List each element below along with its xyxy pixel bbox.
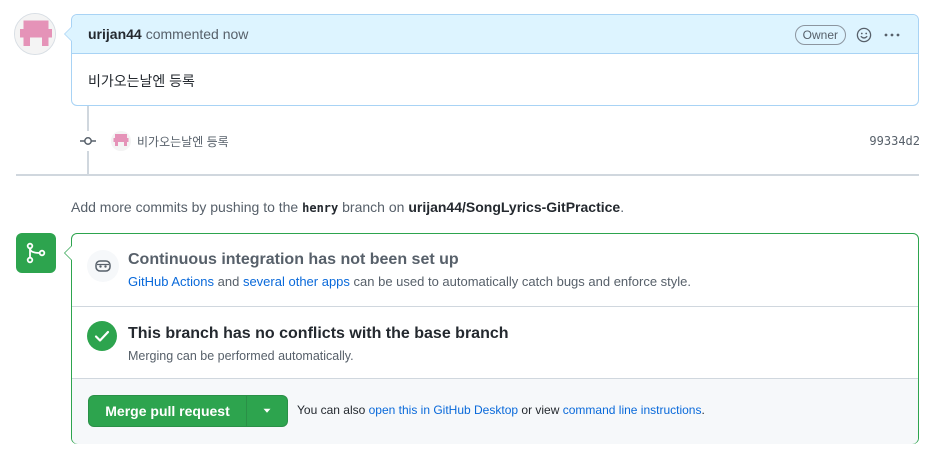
actions-middle: or view (521, 403, 560, 417)
push-hint-suffix: . (620, 199, 625, 215)
other-apps-link[interactable]: several other apps (243, 274, 350, 289)
actions-suffix: . (701, 403, 705, 417)
timeline-divider (16, 174, 919, 176)
git-branch-icon (16, 233, 56, 273)
merge-button-group: Merge pull request (88, 395, 288, 427)
merge-actions: Merge pull request You can also open thi… (72, 379, 918, 444)
owner-badge: Owner (794, 24, 846, 45)
ci-text-1: and (217, 274, 240, 289)
actions-prefix: You can also (297, 403, 366, 417)
ci-robot-icon (87, 250, 119, 282)
ci-subtitle: GitHub Actions and several other apps ca… (128, 274, 691, 289)
commit-sha[interactable]: 99334d2 (869, 134, 920, 148)
branch-name: henry (302, 201, 339, 215)
smiley-icon[interactable] (854, 25, 874, 45)
triangle-down-icon (263, 408, 271, 413)
ci-text-2: can be used to automatically catch bugs … (353, 274, 692, 289)
author-avatar[interactable] (14, 13, 56, 55)
git-commit-icon (78, 131, 98, 151)
commit-author-avatar[interactable] (111, 131, 131, 151)
ci-section: Continuous integration has not been set … (72, 234, 918, 307)
commit-row: 비가오는날엔 등록 99334d2 (78, 130, 920, 152)
commit-message[interactable]: 비가오는날엔 등록 (137, 133, 229, 150)
ci-title: Continuous integration has not been set … (128, 251, 459, 268)
push-hint: Add more commits by pushing to the henry… (71, 199, 624, 215)
comment-timestamp[interactable]: commented now (146, 26, 249, 42)
check-circle-icon (86, 320, 118, 352)
conflict-title: This branch has no conflicts with the ba… (128, 325, 509, 342)
conflict-subtitle: Merging can be performed automatically. (128, 349, 354, 363)
repo-name: urijan44/SongLyrics-GitPractice (408, 199, 621, 215)
comment-header: urijan44 commented now Owner (72, 15, 918, 54)
github-desktop-link[interactable]: open this in GitHub Desktop (369, 403, 518, 417)
comment-box: urijan44 commented now Owner 비가오는날엔 등록 (64, 14, 919, 106)
conflict-section: This branch has no conflicts with the ba… (72, 307, 918, 379)
github-actions-link[interactable]: GitHub Actions (128, 274, 214, 289)
command-line-link[interactable]: command line instructions (563, 403, 702, 417)
merge-alternatives: You can also open this in GitHub Desktop… (297, 403, 705, 417)
comment-author[interactable]: urijan44 (88, 26, 142, 42)
merge-options-button[interactable] (246, 396, 287, 426)
comment-body: 비가오는날엔 등록 (88, 73, 195, 89)
push-hint-middle: branch on (342, 199, 405, 215)
merge-pull-request-button[interactable]: Merge pull request (89, 396, 246, 426)
kebab-icon[interactable] (882, 25, 902, 45)
push-hint-prefix: Add more commits by pushing to the (71, 199, 299, 215)
merge-box: Continuous integration has not been set … (64, 233, 919, 444)
